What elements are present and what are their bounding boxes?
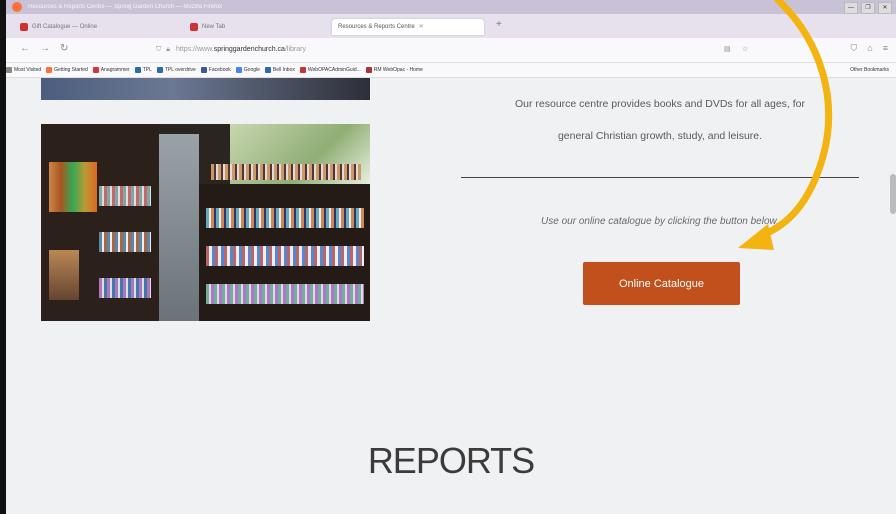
extensions-icon[interactable]: ⌂ [867,43,872,54]
bookmark-item[interactable]: RM WebOpac - Home [365,63,423,77]
navigation-bar: ← → ↻ ⛉ 🔒︎ https://www.springgardenchurch.… [6,38,896,63]
bookmark-favicon-icon [92,67,99,73]
reports-heading: REPORTS [367,440,535,481]
bookmark-label: Google [243,67,260,73]
bookmark-label: Getting Started [54,67,88,73]
bookmark-label: Anagrammer [100,67,130,73]
url-bar[interactable]: ⛉ 🔒︎ https://www.springgardenchurch.ca/lib… [156,41,766,59]
catalogue-instruction: Use our online catalogue by clicking the… [541,216,779,227]
tab-label: Resources & Reports Centre [338,24,415,30]
window-controls: — ❐ ✕ [844,2,892,14]
books-row [99,278,151,298]
resource-description: Our resource centre provides books and D… [460,88,860,152]
description-line: Our resource centre provides books and D… [514,98,806,110]
bookmark-label: TPL overdrive [164,67,196,73]
tab-label: New Tab [202,24,226,30]
bookmark-item[interactable]: Facebook [200,63,231,77]
book-display [49,250,79,300]
book-display [49,162,97,212]
bookmark-item[interactable]: WebOPACAdminGuid... [299,63,361,77]
tab-favicon-icon [190,23,198,31]
back-arrow-icon[interactable]: ← [20,43,30,54]
browser-window: Resources & Reports Centre — Spring Gard… [6,0,896,514]
bookmark-favicon-icon [6,67,12,73]
reload-icon[interactable]: ↻ [60,43,68,54]
bookmark-item[interactable]: Google [235,63,260,77]
bookmark-item[interactable]: Getting Started [46,63,88,77]
books-row [211,164,361,180]
books-row [206,246,364,266]
shield-icon: ⛉ [156,46,162,53]
divider [461,177,859,178]
window-title: Resources & Reports Centre — Spring Gard… [28,4,223,10]
bookmark-label: WebOPACAdminGuid... [307,67,361,73]
url-domain: springgardenchurch.ca [213,46,285,53]
url-path: /library [284,46,306,53]
bookmark-favicon-icon [235,67,242,73]
books-row [206,284,364,304]
books-row [99,232,151,252]
bookmark-label: Most Visited [14,67,42,73]
scrollbar-thumb[interactable] [890,174,896,214]
bookmarks-toolbar: Most Visited Getting Started Anagrammer TPL… [6,63,896,78]
bookmark-label: Facebook [208,67,231,73]
reader-view-icon[interactable]: ▤ [724,41,731,59]
description-line: general Christian growth, study, and lei… [557,130,763,142]
bookmark-favicon-icon [264,67,271,73]
top-banner-image [41,78,370,100]
other-bookmarks[interactable]: Other Bookmarks [850,63,889,77]
pocket-icon[interactable]: ⛉ [851,43,858,54]
books-row [206,208,364,228]
bookmark-item[interactable]: TPL overdrive [156,63,196,77]
bookmark-item[interactable]: TPL [134,63,152,77]
tab-resources-active[interactable]: Resources & Reports Centre ✕ [332,19,484,35]
bookmark-favicon-icon [299,67,306,73]
bookmark-favicon-icon [200,67,207,73]
books-row [99,186,151,206]
menu-icon[interactable]: ≡ [883,43,888,54]
bookmark-label: Bell Inbox [272,67,295,73]
maximize-button[interactable]: ❐ [861,2,875,14]
tab-strip: Gift Catalogue — Online New Tab Resource… [6,14,896,38]
bookmark-favicon-icon [46,67,53,73]
title-bar: Resources & Reports Centre — Spring Gard… [6,0,896,14]
dvd-rack [159,134,199,321]
bookmark-label: RM WebOpac - Home [373,67,423,73]
bookmark-item[interactable]: Anagrammer [92,63,130,77]
new-tab-plus-icon[interactable]: + [496,19,502,30]
tab-close-icon[interactable]: ✕ [419,19,424,35]
bookmark-favicon-icon [365,67,372,73]
tab-gift-catalogue[interactable]: Gift Catalogue — Online [20,19,170,35]
online-catalogue-button[interactable]: Online Catalogue [583,262,740,305]
bookmark-star-icon[interactable]: ☆ [742,41,748,59]
bookmark-favicon-icon [134,67,141,73]
bookmark-item[interactable]: Most Visited [6,63,41,77]
toolbar-icons: ⛉ ⌂ ≡ [851,43,888,54]
tab-favicon-icon [20,23,28,31]
bookmark-item[interactable]: Bell Inbox [264,63,295,77]
bookmark-label: TPL [142,67,152,73]
firefox-icon [12,2,22,12]
lock-icon: 🔒︎ [166,46,170,53]
tab-label: Gift Catalogue — Online [32,24,98,30]
bookmark-favicon-icon [156,67,163,73]
minimize-button[interactable]: — [844,2,858,14]
close-window-button[interactable]: ✕ [878,2,892,14]
library-photo [41,124,370,321]
tab-new[interactable]: New Tab [190,19,310,35]
url-prefix: https://www. [175,46,214,53]
forward-arrow-icon[interactable]: → [40,43,50,54]
page-content: Our resource centre provides books and D… [6,78,896,514]
